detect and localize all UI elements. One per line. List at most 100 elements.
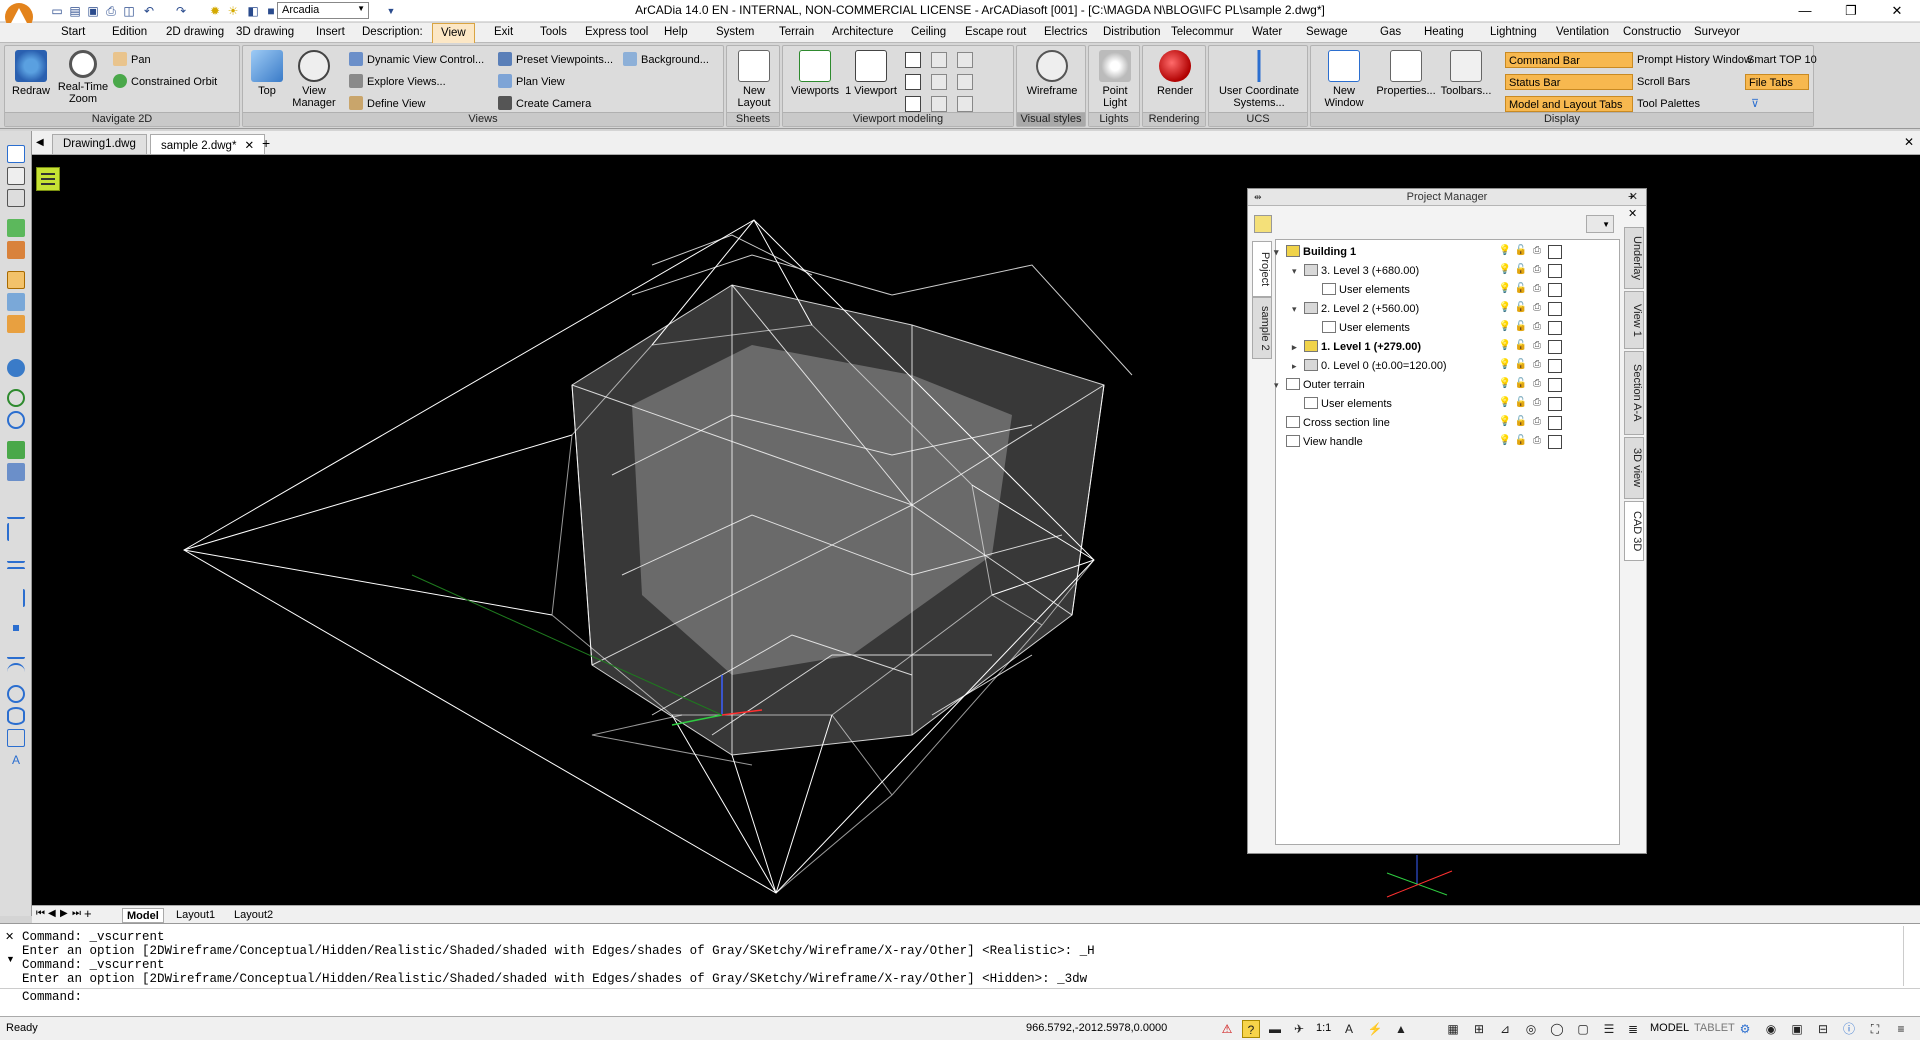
layer-checkbox[interactable] xyxy=(1548,264,1562,278)
menu-start[interactable]: Start xyxy=(61,26,85,38)
pm-pin-icon[interactable]: + xyxy=(1628,191,1634,203)
cmd-close-icon[interactable]: ✕ xyxy=(5,930,14,943)
tool-point-icon[interactable] xyxy=(7,619,25,637)
chevron-right-icon[interactable]: ▸ xyxy=(1292,358,1302,375)
close-button[interactable]: ✕ xyxy=(1874,0,1920,22)
lock-icon[interactable]: 🔓 xyxy=(1514,377,1528,391)
pan-button[interactable]: Pan xyxy=(113,52,151,68)
menu-constructio[interactable]: Constructio xyxy=(1623,26,1681,38)
create-camera-button[interactable]: Create Camera xyxy=(498,96,591,112)
workspace-icon[interactable]: ▲ xyxy=(1392,1020,1410,1038)
model-toggle[interactable]: MODEL xyxy=(1650,1022,1689,1034)
layer-checkbox[interactable] xyxy=(1548,340,1562,354)
restore-button[interactable]: ❐ xyxy=(1828,0,1874,22)
plan-view-button[interactable]: Plan View xyxy=(498,74,565,90)
layer-icon[interactable]: ◧ xyxy=(244,2,262,20)
tool-zoom-window-icon[interactable] xyxy=(7,411,25,429)
print-icon[interactable]: ⎙ xyxy=(102,2,120,20)
pm-right-tab[interactable]: CAD 3D xyxy=(1624,501,1644,561)
osnap-icon[interactable]: ◯ xyxy=(1548,1020,1566,1038)
file-tab-sample2[interactable]: sample 2.dwg* ✕ xyxy=(150,134,266,154)
new-file-icon[interactable]: ▭ xyxy=(48,2,66,20)
menu-edition[interactable]: Edition xyxy=(112,26,147,38)
pm-toolbar-options-icon[interactable]: ▼ xyxy=(1586,215,1614,233)
explore-views-button[interactable]: Explore Views... xyxy=(349,74,446,90)
layer-checkbox[interactable] xyxy=(1548,416,1562,430)
gear-icon[interactable]: ⚙ xyxy=(1736,1020,1754,1038)
pm-side-tab-project[interactable]: Project xyxy=(1252,241,1272,297)
print-layer-icon[interactable]: ⎙ xyxy=(1530,301,1544,315)
visibility-bulb-icon[interactable]: 💡 xyxy=(1498,282,1512,296)
print-layer-icon[interactable]: ⎙ xyxy=(1530,263,1544,277)
layout-tab-layout1[interactable]: Layout1 xyxy=(172,908,219,923)
visibility-bulb-icon[interactable]: 💡 xyxy=(1498,320,1512,334)
realtime-zoom-button[interactable]: Real-Time Zoom xyxy=(55,50,111,105)
file-tabs-toggle[interactable]: File Tabs xyxy=(1745,74,1809,90)
layer-checkbox[interactable] xyxy=(1548,283,1562,297)
join-viewport-icon[interactable] xyxy=(931,74,947,90)
tool-image-icon[interactable] xyxy=(7,293,25,311)
four-viewports-icon[interactable] xyxy=(905,96,921,112)
menu-sewage[interactable]: Sewage xyxy=(1306,26,1348,38)
annotation-scale-icon[interactable]: ⚡ xyxy=(1366,1020,1384,1038)
wireframe-button[interactable]: Wireframe xyxy=(1021,50,1083,97)
print-layer-icon[interactable]: ⎙ xyxy=(1530,415,1544,429)
visibility-bulb-icon[interactable]: 💡 xyxy=(1498,263,1512,277)
tool-rotate-icon[interactable] xyxy=(7,359,25,377)
close-document-icon[interactable]: ✕ xyxy=(1904,135,1914,149)
layout-add-icon[interactable]: + xyxy=(84,906,92,921)
lock-icon[interactable]: 🔓 xyxy=(1514,244,1528,258)
visibility-bulb-icon[interactable]: 💡 xyxy=(1498,415,1512,429)
tree-item[interactable]: ▾ Outer terrain xyxy=(1274,377,1365,394)
viewport-object-icon[interactable] xyxy=(957,52,973,68)
view-manager-button[interactable]: View Manager xyxy=(289,50,339,109)
preset-viewpoints-button[interactable]: Preset Viewpoints... xyxy=(498,52,613,68)
tree-item[interactable]: User elements xyxy=(1304,396,1392,413)
render-button[interactable]: Render xyxy=(1147,50,1203,97)
annotation-icon[interactable]: ⚠ xyxy=(1218,1020,1236,1038)
menu-distribution[interactable]: Distribution xyxy=(1103,26,1161,38)
ortho-icon[interactable]: ⊿ xyxy=(1496,1020,1514,1038)
coordinate-readout[interactable]: 966.5792,-2012.5978,0.0000 xyxy=(1026,1022,1167,1034)
layout-last-icon[interactable]: ⏭ xyxy=(72,908,81,919)
lock-icon[interactable]: 🔓 xyxy=(1514,320,1528,334)
one-viewport-button[interactable]: 1 Viewport xyxy=(845,50,897,97)
viewport-scale-icon[interactable] xyxy=(957,96,973,112)
file-tab-drawing1[interactable]: Drawing1.dwg xyxy=(52,134,147,154)
tree-item[interactable]: ▾ 2. Level 2 (+560.00) xyxy=(1292,301,1419,318)
tool-ellipse-icon[interactable] xyxy=(7,707,25,725)
menu-ceiling[interactable]: Ceiling xyxy=(911,26,946,38)
lineweight-icon[interactable]: ☰ xyxy=(1600,1020,1618,1038)
grid-icon[interactable]: ▦ xyxy=(1444,1020,1462,1038)
close-tab-icon[interactable]: ✕ xyxy=(244,140,254,152)
tool-measure-icon[interactable] xyxy=(7,501,25,519)
tool-zoom-icon[interactable] xyxy=(7,389,25,407)
project-manager-header[interactable]: ⇹ Project Manager ✕ xyxy=(1248,189,1646,206)
lock-icon[interactable]: 🔓 xyxy=(1514,396,1528,410)
tool-table-icon[interactable] xyxy=(7,167,25,185)
bulb-icon[interactable]: ✹ xyxy=(206,2,224,20)
chevron-down-icon[interactable]: ▾ xyxy=(1274,244,1284,261)
viewport-lock-icon[interactable] xyxy=(957,74,973,90)
visibility-bulb-icon[interactable]: 💡 xyxy=(1498,377,1512,391)
tree-item[interactable]: View handle xyxy=(1286,434,1363,451)
tool-dim-angular-icon[interactable] xyxy=(7,589,25,607)
visibility-bulb-icon[interactable]: 💡 xyxy=(1498,396,1512,410)
layer-checkbox[interactable] xyxy=(1548,397,1562,411)
tool-dim-horizontal-icon[interactable] xyxy=(7,545,25,563)
lock-icon[interactable]: 🔓 xyxy=(1514,434,1528,448)
pm-right-tab[interactable]: Underlay xyxy=(1624,227,1644,289)
lock-icon[interactable]: 🔓 xyxy=(1514,282,1528,296)
fullscreen-icon[interactable]: ⛶ xyxy=(1866,1020,1884,1038)
pm-right-tab[interactable]: 3D view xyxy=(1624,437,1644,499)
help-icon[interactable]: ? xyxy=(1242,1020,1260,1038)
dynamic-view-button[interactable]: Dynamic View Control... xyxy=(349,52,484,68)
pm-side-tab-sample2[interactable]: sample 2 xyxy=(1252,297,1272,359)
visibility-bulb-icon[interactable]: 💡 xyxy=(1498,434,1512,448)
pm-close-side-icon[interactable]: ✕ xyxy=(1628,207,1637,220)
menu-terrain[interactable]: Terrain xyxy=(779,26,814,38)
tree-item[interactable]: ▾ 3. Level 3 (+680.00) xyxy=(1292,263,1419,280)
command-bar-toggle[interactable]: Command Bar xyxy=(1505,52,1633,68)
visibility-bulb-icon[interactable]: 💡 xyxy=(1498,301,1512,315)
sun-icon[interactable]: ☀ xyxy=(224,2,242,20)
